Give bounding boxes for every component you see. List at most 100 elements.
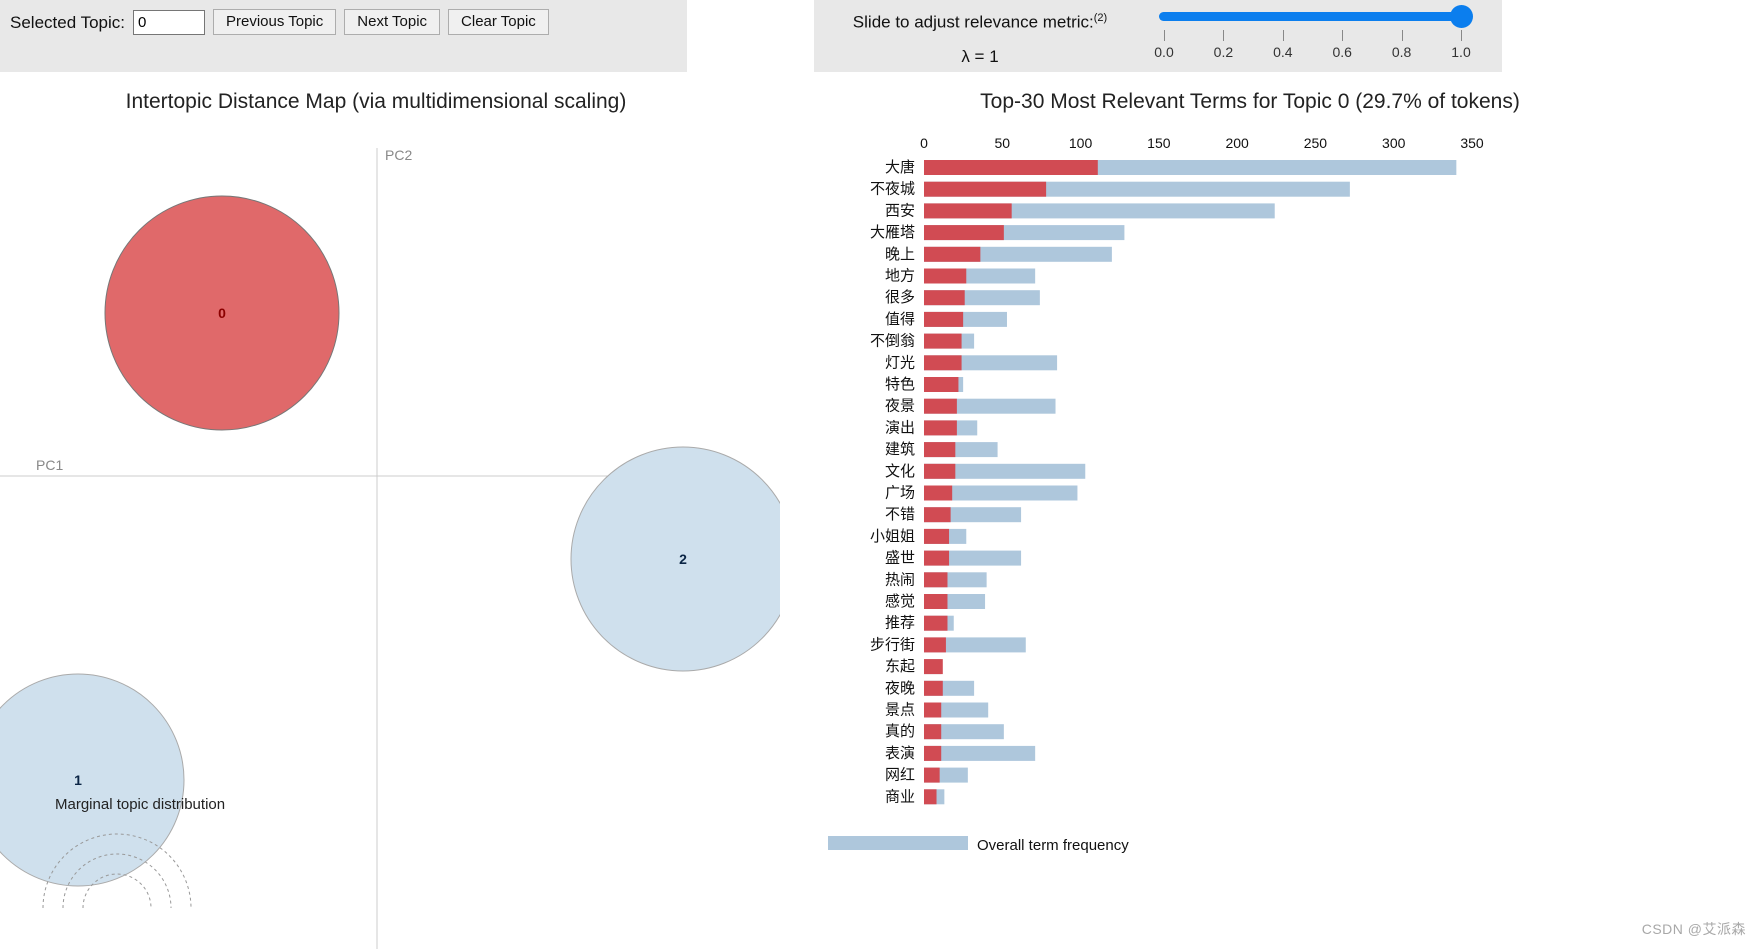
topic-frequency-bar[interactable] xyxy=(924,290,965,306)
term-row[interactable]: 大雁塔 xyxy=(870,224,1125,241)
topic-frequency-bar[interactable] xyxy=(924,550,950,566)
term-row[interactable]: 大唐 xyxy=(885,159,1457,176)
term-label[interactable]: 盛世 xyxy=(885,550,915,567)
term-row[interactable]: 不错 xyxy=(885,506,1022,523)
term-label[interactable]: 真的 xyxy=(885,722,915,740)
selected-topic-input[interactable] xyxy=(132,9,205,35)
term-row[interactable]: 感觉 xyxy=(885,593,986,610)
topic-frequency-bar[interactable] xyxy=(924,507,951,523)
term-row[interactable]: 灯光 xyxy=(885,354,1058,371)
previous-topic-button[interactable]: Previous Topic xyxy=(212,9,337,35)
term-row[interactable]: 推荐 xyxy=(885,615,954,632)
topic-circle[interactable] xyxy=(570,446,780,672)
topic-bubble-1[interactable]: 1 xyxy=(0,673,185,887)
term-row[interactable]: 网红 xyxy=(885,767,968,784)
topic-frequency-bar[interactable] xyxy=(924,463,956,479)
topic-frequency-bar[interactable] xyxy=(924,659,943,675)
term-label[interactable]: 东起 xyxy=(885,658,915,675)
lambda-slider-handle[interactable] xyxy=(1450,5,1473,28)
term-row[interactable]: 小姐姐 xyxy=(870,528,967,545)
topic-frequency-bar[interactable] xyxy=(924,246,981,262)
topic-frequency-bar[interactable] xyxy=(924,637,946,653)
term-label[interactable]: 广场 xyxy=(885,485,915,502)
term-label[interactable]: 地方 xyxy=(885,268,915,285)
term-label[interactable]: 景点 xyxy=(885,702,915,719)
topic-circle[interactable] xyxy=(0,673,185,887)
topic-frequency-bar[interactable] xyxy=(924,789,937,805)
topic-frequency-bar[interactable] xyxy=(924,442,956,458)
topic-frequency-bar[interactable] xyxy=(924,767,940,783)
term-label[interactable]: 建筑 xyxy=(885,441,915,458)
topic-frequency-bar[interactable] xyxy=(924,615,948,631)
term-row[interactable]: 热闹 xyxy=(885,571,987,588)
topic-frequency-bar[interactable] xyxy=(924,225,1004,241)
term-row[interactable]: 值得 xyxy=(885,311,1007,328)
term-row[interactable]: 盛世 xyxy=(885,550,1022,567)
term-label[interactable]: 不错 xyxy=(885,506,915,523)
term-label[interactable]: 感觉 xyxy=(885,593,915,610)
term-label[interactable]: 商业 xyxy=(885,788,915,805)
topic-frequency-bar[interactable] xyxy=(924,355,962,371)
term-label[interactable]: 大雁塔 xyxy=(870,224,915,241)
term-label[interactable]: 演出 xyxy=(885,419,915,436)
topic-frequency-bar[interactable] xyxy=(924,311,964,327)
term-row[interactable]: 步行街 xyxy=(870,636,1026,653)
term-label[interactable]: 很多 xyxy=(885,289,915,306)
topic-frequency-bar[interactable] xyxy=(924,594,948,609)
topic-frequency-bar[interactable] xyxy=(924,333,962,349)
term-label[interactable]: 热闹 xyxy=(885,571,915,588)
topic-bubble-0[interactable]: 0 xyxy=(104,195,340,431)
term-row[interactable]: 西安 xyxy=(885,202,1275,219)
topic-frequency-bar[interactable] xyxy=(924,398,957,414)
top-terms-barchart-svg[interactable]: 0 50 100 150 200 250 300 350 大唐不夜城西安大雁塔晚上地方很多值得不… xyxy=(780,72,1760,949)
term-row[interactable]: 文化 xyxy=(885,463,1086,480)
term-label[interactable]: 文化 xyxy=(885,463,915,480)
topic-frequency-bar[interactable] xyxy=(924,528,950,544)
topic-frequency-bar[interactable] xyxy=(924,268,967,284)
clear-topic-button[interactable]: Clear Topic xyxy=(448,9,549,35)
term-row[interactable]: 特色 xyxy=(885,376,964,393)
term-label[interactable]: 特色 xyxy=(885,376,915,393)
term-row[interactable]: 不夜城 xyxy=(870,181,1350,198)
topic-frequency-bar[interactable] xyxy=(924,572,948,588)
topic-frequency-bar[interactable] xyxy=(924,181,1047,197)
term-row[interactable]: 不倒翁 xyxy=(870,333,975,350)
lambda-slider-track[interactable] xyxy=(1159,12,1465,21)
topic-frequency-bar[interactable] xyxy=(924,377,959,392)
topic-frequency-bar[interactable] xyxy=(924,702,942,718)
term-row[interactable]: 晚上 xyxy=(885,246,1112,263)
term-label[interactable]: 小姐姐 xyxy=(870,528,915,545)
term-label[interactable]: 晚上 xyxy=(885,246,915,263)
topic-frequency-bar[interactable] xyxy=(924,420,957,436)
term-row[interactable]: 建筑 xyxy=(885,441,998,458)
intertopic-map-svg[interactable]: PC1 PC2 0 1 2 Marginal topic distribution xyxy=(0,72,780,949)
term-label[interactable]: 推荐 xyxy=(885,615,915,632)
term-row[interactable]: 景点 xyxy=(885,702,989,719)
term-row[interactable]: 表演 xyxy=(885,745,1036,762)
topic-frequency-bar[interactable] xyxy=(924,680,943,696)
term-row[interactable]: 夜景 xyxy=(885,398,1056,415)
lambda-slider[interactable]: 0.0 0.2 0.4 0.6 0.8 1.0 xyxy=(1151,5,1481,66)
topic-frequency-bar[interactable] xyxy=(924,485,953,501)
term-row[interactable]: 商业 xyxy=(885,788,945,805)
topic-frequency-bar[interactable] xyxy=(924,160,1098,175)
term-label[interactable]: 表演 xyxy=(885,745,915,762)
term-row[interactable]: 很多 xyxy=(885,289,1040,306)
topic-frequency-bar[interactable] xyxy=(924,745,942,761)
term-row[interactable]: 地方 xyxy=(885,268,1036,285)
term-label[interactable]: 灯光 xyxy=(885,354,915,371)
topic-frequency-bar[interactable] xyxy=(924,203,1012,219)
term-label[interactable]: 步行街 xyxy=(870,636,915,653)
topic-frequency-bar[interactable] xyxy=(924,724,942,740)
term-label[interactable]: 夜晚 xyxy=(885,680,915,697)
term-label[interactable]: 不夜城 xyxy=(870,181,915,198)
term-label[interactable]: 值得 xyxy=(885,311,915,328)
term-label[interactable]: 西安 xyxy=(885,202,915,219)
term-row[interactable]: 演出 xyxy=(885,419,978,436)
term-label[interactable]: 网红 xyxy=(885,767,915,784)
next-topic-button[interactable]: Next Topic xyxy=(344,9,441,35)
term-row[interactable]: 真的 xyxy=(885,722,1004,740)
term-row[interactable]: 东起 xyxy=(885,658,943,675)
term-label[interactable]: 大唐 xyxy=(885,159,915,176)
topic-bubble-2[interactable]: 2 xyxy=(570,446,780,672)
